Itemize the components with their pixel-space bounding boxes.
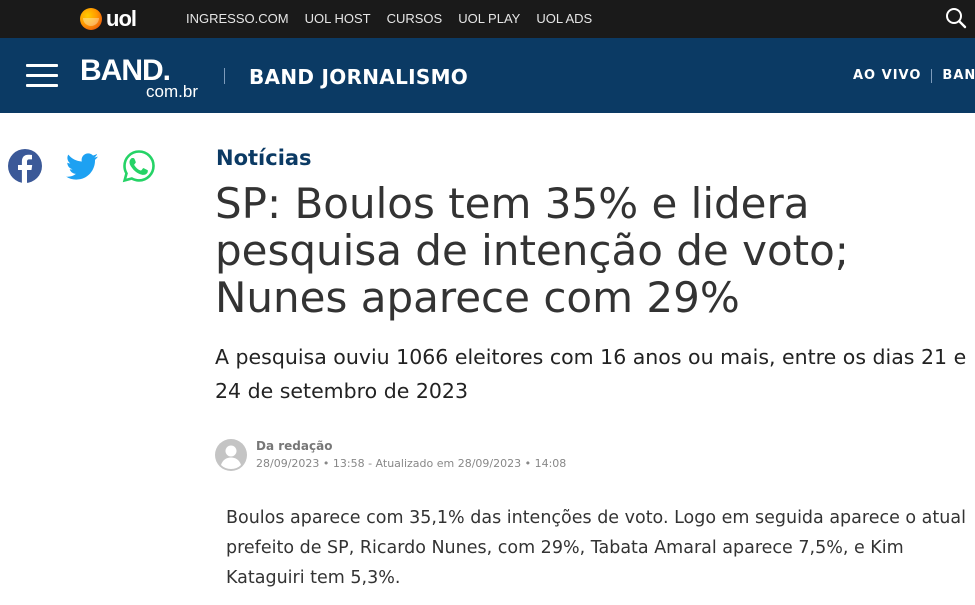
twitter-icon[interactable]: [64, 148, 100, 184]
uol-ball-icon: [80, 8, 102, 30]
uol-link-uol-play[interactable]: UOL PLAY: [458, 11, 520, 26]
hamburger-menu-icon[interactable]: [26, 64, 58, 88]
article-title: SP: Boulos tem 35% e lidera pesquisa de …: [215, 180, 935, 321]
whatsapp-icon[interactable]: [121, 148, 157, 184]
article-title-line: Nunes aparece com 29%: [215, 273, 740, 322]
article-dates: 28/09/2023 • 13:58 - Atualizado em 28/09…: [256, 457, 567, 470]
header-right-links: AO VIVO BAND: [853, 68, 975, 83]
band-link[interactable]: BAND: [942, 68, 975, 83]
article-body-paragraph: Boulos aparece com 35,1% das intenções d…: [226, 508, 966, 588]
uol-logo[interactable]: uol: [80, 6, 137, 32]
band-header: BAND. com.br BAND JORNALISMO AO VIVO BAN…: [0, 38, 975, 113]
article-author: Da redação: [256, 439, 333, 453]
article-title-line: SP: Boulos tem 35% e lidera: [215, 179, 810, 228]
avatar-icon: [215, 439, 247, 471]
band-logo-sub: com.br: [146, 82, 198, 101]
article-subtitle: A pesquisa ouviu 1066 eleitores com 16 a…: [215, 345, 967, 403]
band-logo[interactable]: BAND. com.br: [80, 54, 200, 101]
uol-logo-text: uol: [106, 6, 137, 31]
uol-top-bar: uol INGRESSO.COM UOL HOST CURSOS UOL PLA…: [0, 0, 975, 38]
search-icon[interactable]: [944, 6, 968, 30]
article-category[interactable]: Notícias: [216, 146, 312, 170]
uol-link-ingresso[interactable]: INGRESSO.COM: [186, 11, 289, 26]
uol-link-uol-host[interactable]: UOL HOST: [305, 11, 371, 26]
uol-link-uol-ads[interactable]: UOL ADS: [536, 11, 592, 26]
header-divider: [224, 68, 225, 84]
facebook-icon[interactable]: [7, 148, 43, 184]
article-title-line: pesquisa de intenção de voto;: [215, 226, 849, 275]
section-title[interactable]: BAND JORNALISMO: [249, 65, 468, 89]
ao-vivo-link[interactable]: AO VIVO: [853, 68, 921, 83]
uol-link-cursos[interactable]: CURSOS: [387, 11, 443, 26]
link-divider: [931, 68, 933, 83]
uol-links: INGRESSO.COM UOL HOST CURSOS UOL PLAY UO…: [186, 0, 592, 36]
